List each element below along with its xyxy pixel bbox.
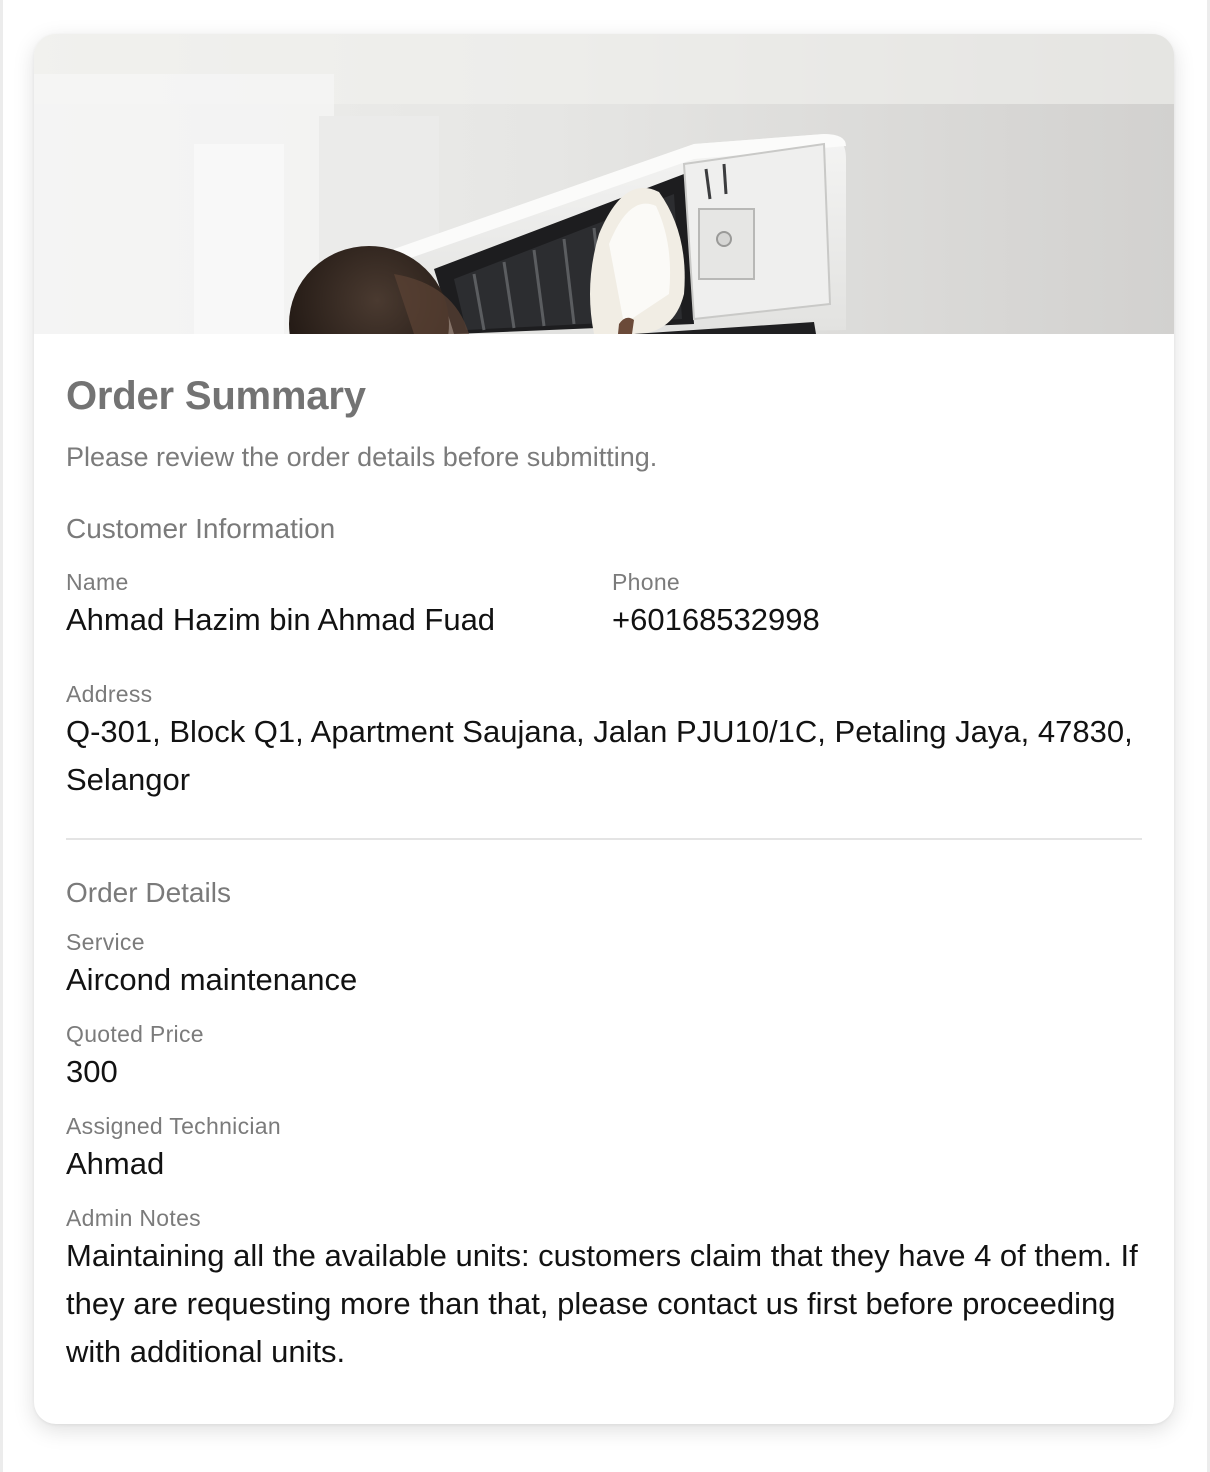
quoted-price-label: Quoted Price	[66, 1021, 204, 1047]
admin-notes-field: Admin Notes Maintaining all the availabl…	[66, 1204, 1142, 1376]
quoted-price-field: Quoted Price 300	[66, 1020, 1142, 1096]
quoted-price-value: 300	[66, 1054, 118, 1089]
address-label: Address	[66, 681, 153, 707]
name-label: Name	[66, 569, 129, 595]
aircond-technician-photo	[34, 34, 1174, 334]
admin-notes-value: Maintaining all the available units: cus…	[66, 1238, 1138, 1369]
phone-field: Phone +60168532998	[612, 568, 1142, 644]
technician-label: Assigned Technician	[66, 1113, 281, 1139]
customer-information-heading: Customer Information	[66, 513, 336, 544]
service-value: Aircond maintenance	[66, 962, 358, 997]
page: Order Summary Please review the order de…	[0, 0, 1210, 1472]
address-field: Address Q-301, Block Q1, Apartment Sauja…	[66, 680, 1142, 804]
name-value: Ahmad Hazim bin Ahmad Fuad	[66, 602, 496, 637]
address-value: Q-301, Block Q1, Apartment Saujana, Jala…	[66, 714, 1133, 797]
order-details-heading: Order Details	[66, 877, 231, 908]
section-divider	[66, 838, 1142, 840]
order-summary-card: Order Summary Please review the order de…	[34, 34, 1174, 1424]
admin-notes-label: Admin Notes	[66, 1205, 201, 1231]
service-field: Service Aircond maintenance	[66, 928, 1142, 1004]
phone-value: +60168532998	[612, 602, 820, 637]
service-label: Service	[66, 929, 145, 955]
page-subtitle: Please review the order details before s…	[66, 442, 658, 472]
page-title: Order Summary	[66, 374, 366, 418]
technician-value: Ahmad	[66, 1146, 165, 1181]
technician-field: Assigned Technician Ahmad	[66, 1112, 1142, 1188]
phone-label: Phone	[612, 569, 681, 595]
name-phone-row: Name Ahmad Hazim bin Ahmad Fuad Phone +6…	[66, 568, 1142, 644]
page-edge-left	[0, 0, 3, 1472]
hero-image	[34, 34, 1174, 334]
name-field: Name Ahmad Hazim bin Ahmad Fuad	[66, 568, 612, 644]
